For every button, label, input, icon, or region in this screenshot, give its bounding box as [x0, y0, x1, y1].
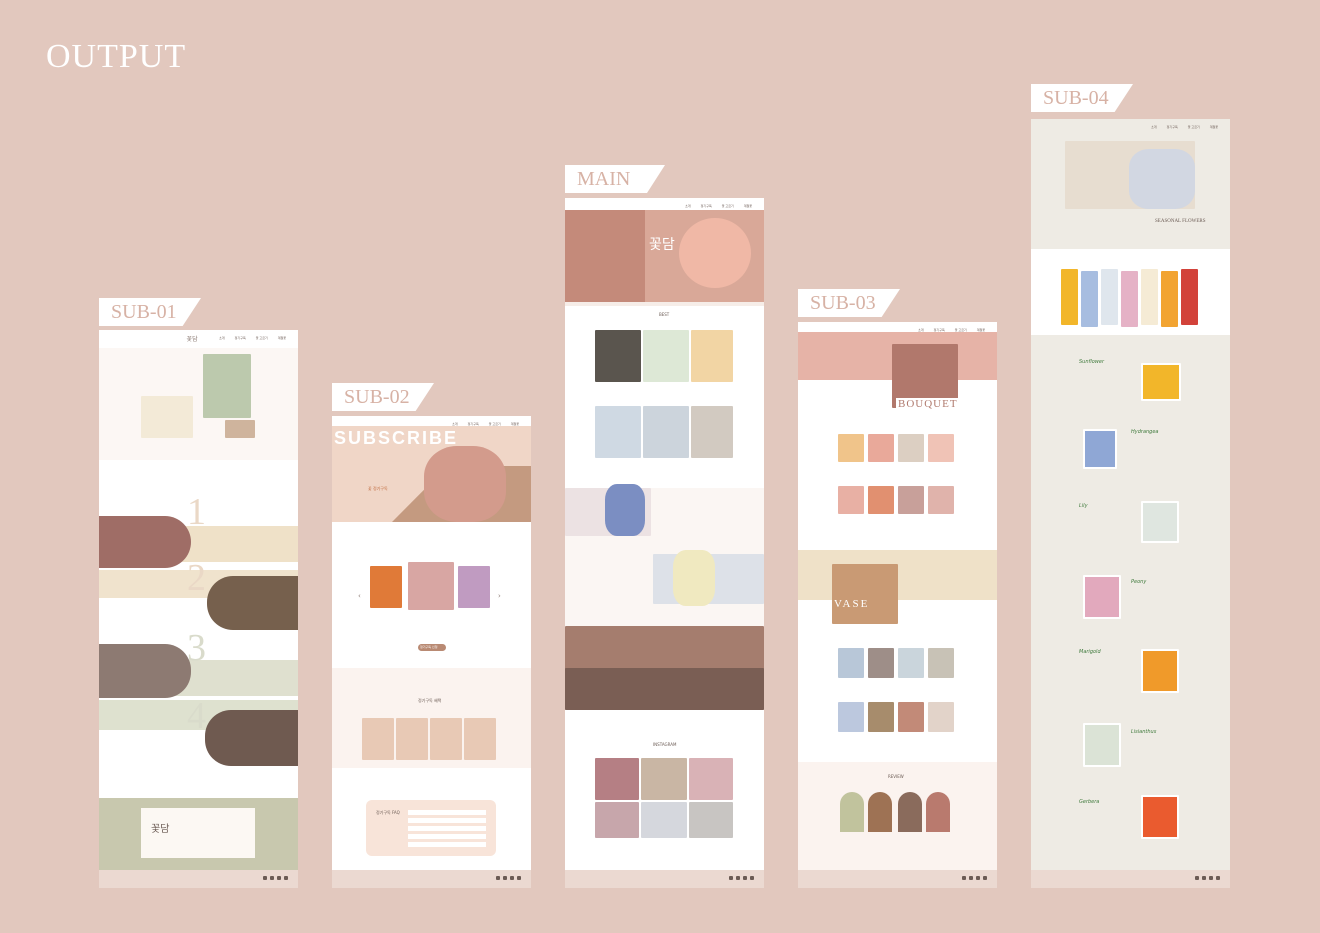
- logo: 꽃담: [186, 337, 198, 343]
- promo-logo: 꽃담: [151, 824, 170, 835]
- nav[interactable]: 소개 정기구독 꽃 고르기 계절꽃: [685, 204, 752, 208]
- label-sub02: SUB-02: [332, 383, 434, 411]
- best-title: BEST: [659, 312, 670, 317]
- page-sub03: 소개 정기구독 꽃 고르기 계절꽃 BOUQUET VASE REVIEW: [798, 322, 997, 888]
- flower-name: Hydrangea: [1131, 429, 1159, 435]
- page-main: 소개 정기구독 꽃 고르기 계절꽃 꽃담 BEST INSTAGRAM: [565, 198, 764, 888]
- flower-name: Sunflower: [1079, 359, 1105, 365]
- hero-logo: 꽃담: [649, 238, 675, 253]
- label-sub04: SUB-04: [1031, 84, 1133, 112]
- page-sub01: 꽃담 소개 정기구독 꽃 고르기 계절꽃 1 2 3 4 꽃담: [99, 330, 298, 888]
- label-main: MAIN: [565, 165, 665, 193]
- label-sub03: SUB-03: [798, 289, 900, 317]
- flower-name: Lisianthus: [1131, 729, 1157, 735]
- step-number: 2: [187, 557, 206, 599]
- hero-title: SUBSCRIBE: [334, 428, 459, 448]
- step-number: 1: [187, 491, 206, 533]
- flower-name: Peony: [1131, 579, 1147, 585]
- subscribe-button[interactable]: 정기구독 신청: [420, 645, 438, 649]
- faq-title: 정기구독 FAQ: [376, 810, 400, 815]
- step-number: 3: [187, 627, 206, 669]
- bouquet-title: BOUQUET: [896, 398, 960, 410]
- review-title: REVIEW: [888, 774, 904, 779]
- page-heading: OUTPUT: [46, 38, 187, 75]
- benefits-title: 정기구독 혜택: [418, 698, 442, 703]
- page-sub04: 소개 정기구독 꽃 고르기 계절꽃 SEASONAL FLOWERS Sunflowe…: [1031, 119, 1230, 888]
- vase-title: VASE: [834, 598, 870, 610]
- flower-name: Lily: [1079, 503, 1088, 509]
- instagram-title: INSTAGRAM: [653, 742, 677, 747]
- nav[interactable]: 소개 정기구독 꽃 고르기 계절꽃: [219, 336, 286, 340]
- flower-name: Gerbera: [1079, 799, 1100, 805]
- hero-caption: SEASONAL FLOWERS: [1155, 219, 1206, 224]
- nav[interactable]: 소개 정기구독 꽃 고르기 계절꽃: [1151, 125, 1218, 129]
- flower-name: Marigold: [1079, 649, 1101, 655]
- page-sub02: 소개 정기구독 꽃 고르기 계절꽃 SUBSCRIBE 꽃 정기구독 ‹ › 정기구독…: [332, 416, 531, 888]
- step-number: 4: [187, 695, 206, 737]
- label-sub01: SUB-01: [99, 298, 201, 326]
